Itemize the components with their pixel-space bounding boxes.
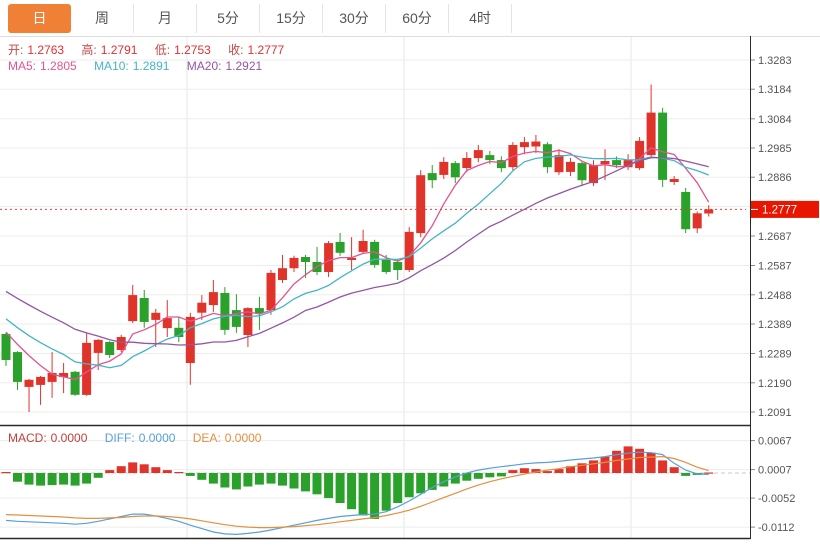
high-label: 高:	[81, 43, 96, 57]
svg-text:1.2777: 1.2777	[762, 204, 797, 216]
tab-30min[interactable]: 30分	[323, 4, 386, 33]
high-value: 1.2791	[101, 43, 138, 57]
legend-macd: MACD: 0.0000 DIFF: 0.0000 DEA: 0.0000	[8, 431, 265, 445]
svg-text:1.2886: 1.2886	[758, 172, 792, 184]
tab-week[interactable]: 周	[71, 4, 134, 33]
svg-text:0.0007: 0.0007	[758, 465, 792, 477]
low-label: 低:	[155, 43, 170, 57]
open-value: 1.2763	[27, 43, 64, 57]
tab-day[interactable]: 日	[8, 4, 71, 33]
macd-layer	[2, 446, 714, 534]
svg-text:-0.0112: -0.0112	[758, 522, 795, 534]
svg-text:1.2289: 1.2289	[758, 349, 792, 361]
dea-label: DEA:	[193, 431, 221, 445]
svg-text:1.2687: 1.2687	[758, 231, 792, 243]
tab-4hour[interactable]: 4时	[449, 4, 512, 33]
tab-5min[interactable]: 5分	[197, 4, 260, 33]
svg-text:1.2985: 1.2985	[758, 143, 792, 155]
svg-text:1.2091: 1.2091	[758, 407, 792, 419]
svg-text:1.3283: 1.3283	[758, 55, 792, 67]
ma20-value: 1.2921	[225, 59, 262, 73]
ma5-value: 1.2805	[40, 59, 77, 73]
macd-label: MACD:	[8, 431, 47, 445]
svg-text:0.0067: 0.0067	[758, 436, 792, 448]
legend-ohlc: 开: 1.2763 高: 1.2791 低: 1.2753 收: 1.2777	[8, 41, 288, 58]
ma10-value: 1.2891	[133, 59, 170, 73]
ma5-label: MA5:	[8, 59, 36, 73]
panel-borders	[0, 36, 820, 539]
svg-text:1.2488: 1.2488	[758, 290, 792, 302]
macd-value: 0.0000	[51, 431, 88, 445]
svg-text:1.2389: 1.2389	[758, 319, 792, 331]
close-value: 1.2777	[248, 43, 285, 57]
svg-text:-0.0052: -0.0052	[758, 493, 795, 505]
ma10-label: MA10:	[94, 59, 129, 73]
kline-chart-app: 1.3283 1.3184 1.3084 1.2985 1.2886 1.2687 1.25…	[0, 0, 820, 545]
low-value: 1.2753	[174, 43, 211, 57]
close-label: 收:	[228, 43, 243, 57]
open-label: 开:	[8, 43, 23, 57]
chart-canvas[interactable]: 1.3283 1.3184 1.3084 1.2985 1.2886 1.2687 1.25…	[0, 0, 820, 545]
candles-layer	[2, 85, 714, 413]
tab-month[interactable]: 月	[134, 4, 197, 33]
svg-text:1.3084: 1.3084	[758, 114, 792, 126]
dea-value: 0.0000	[225, 431, 262, 445]
diff-value: 0.0000	[139, 431, 176, 445]
svg-text:1.3184: 1.3184	[758, 84, 792, 96]
tab-15min[interactable]: 15分	[260, 4, 323, 33]
legend-ma: MA5: 1.2805 MA10: 1.2891 MA20:1.2921	[8, 59, 266, 73]
svg-text:1.2587: 1.2587	[758, 261, 792, 273]
ma20-label: MA20:	[187, 59, 222, 73]
svg-text:1.2190: 1.2190	[758, 378, 792, 390]
diff-label: DIFF:	[105, 431, 135, 445]
timeframe-tabbar: 日 周 月 5分 15分 30分 60分 4时	[0, 0, 820, 36]
price-axis: 1.3283 1.3184 1.3084 1.2985 1.2886 1.2687 1.25…	[746, 55, 819, 534]
tab-60min[interactable]: 60分	[386, 4, 449, 33]
